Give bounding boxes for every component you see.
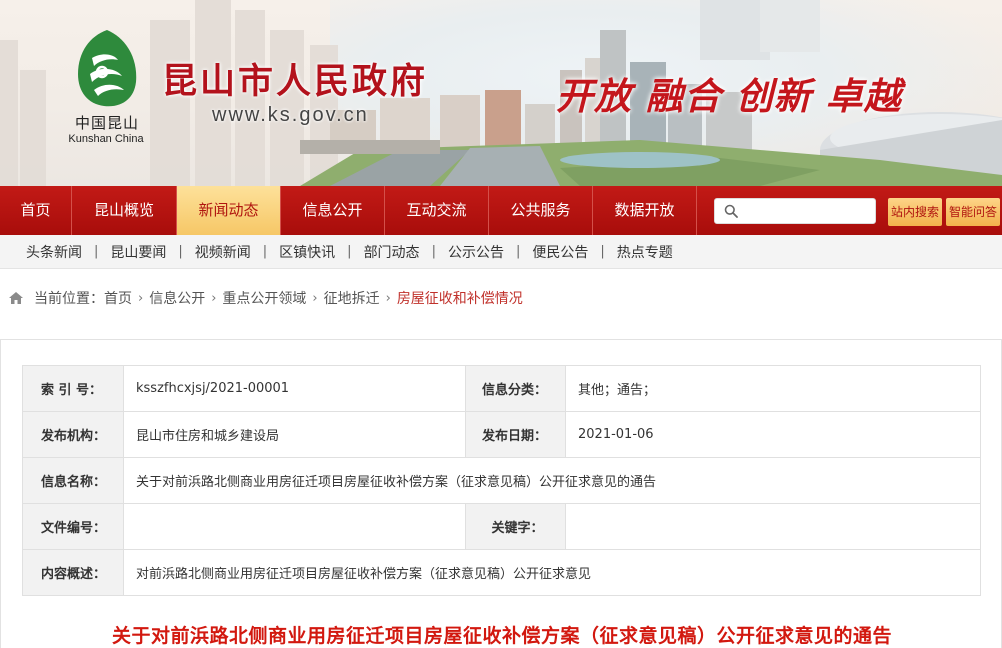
logo-english-text: Kunshan China [68, 133, 144, 145]
sub-nav: 头条新闻 | 昆山要闻 | 视频新闻 | 区镇快讯 | 部门动态 | 公示公告 … [0, 235, 1002, 269]
breadcrumb-arrow: › [138, 290, 144, 306]
nav-item-overview[interactable]: 昆山概览 [72, 186, 177, 235]
subnav-separator: | [515, 244, 521, 259]
logo-chinese-text: 中国昆山 [74, 114, 139, 132]
breadcrumb-current[interactable]: 房屋征收和补偿情况 [397, 288, 523, 308]
site-domain: www.ks.gov.cn [212, 104, 369, 126]
publisher-label: 发布机构： [22, 411, 124, 458]
summary-label: 内容概述： [22, 549, 124, 596]
publisher-value: 昆山市住房和城乡建设局 [123, 411, 466, 458]
subnav-item-kunshan-news[interactable]: 昆山要闻 [110, 242, 166, 262]
kunshan-logo-icon [78, 30, 137, 107]
home-icon [9, 292, 23, 304]
index-value: ksszfhcxjsj/2021-00001 [123, 365, 466, 412]
summary-value: 对前浜路北侧商业用房征迁项目房屋征收补偿方案（征求意见稿）公开征求意见 [123, 549, 981, 596]
search-input[interactable] [745, 201, 871, 221]
keyword-label: 关键字： [465, 503, 566, 550]
breadcrumb: 当前位置： 首页 › 信息公开 › 重点公开领域 › 征地拆迁 › 房屋征收和补… [8, 287, 523, 309]
breadcrumb-land-acquisition[interactable]: 征地拆迁 [324, 288, 380, 308]
info-meta-table: 索 引 号： ksszfhcxjsj/2021-00001 信息分类： 其他；通… [22, 365, 981, 596]
date-label: 发布日期： [465, 411, 566, 458]
subnav-separator: | [178, 244, 183, 259]
doc-no-label: 文件编号： [22, 503, 124, 550]
breadcrumb-key-areas[interactable]: 重点公开领域 [222, 288, 306, 308]
subnav-item-hot-topics[interactable]: 热点专题 [617, 242, 673, 262]
breadcrumb-arrow: › [211, 290, 217, 306]
site-title[interactable]: 昆山市人民政府 [162, 53, 428, 104]
keyword-value [565, 503, 981, 550]
date-value: 2021-01-06 [565, 411, 981, 458]
nav-item-info-disclosure[interactable]: 信息公开 [281, 186, 385, 235]
nav-item-home[interactable]: 首页 [0, 186, 72, 235]
subnav-item-public-notices[interactable]: 公示公告 [448, 242, 504, 262]
name-label: 信息名称： [22, 457, 124, 504]
content-card: 索 引 号： ksszfhcxjsj/2021-00001 信息分类： 其他；通… [0, 339, 1002, 648]
table-row: 文件编号： 关键字： [22, 503, 981, 550]
table-row: 内容概述： 对前浜路北侧商业用房征迁项目房屋征收补偿方案（征求意见稿）公开征求意… [22, 549, 981, 596]
subnav-separator: | [431, 244, 436, 259]
slogan-text: 开放 融合 创新 卓越 [556, 74, 902, 118]
nav-item-interaction[interactable]: 互动交流 [385, 186, 489, 235]
subnav-item-citizen-notices[interactable]: 便民公告 [532, 242, 588, 262]
subnav-item-department-news[interactable]: 部门动态 [364, 242, 420, 262]
subnav-item-video-news[interactable]: 视频新闻 [195, 242, 251, 262]
breadcrumb-home[interactable]: 首页 [104, 288, 132, 308]
article-title: 关于对前浜路北侧商业用房征迁项目房屋征收补偿方案（征求意见稿）公开征求意见的通告 [111, 625, 892, 647]
header-banner: 中国昆山 Kunshan China 昆山市人民政府 www.ks.gov.cn… [0, 0, 1002, 186]
table-row: 索 引 号： ksszfhcxjsj/2021-00001 信息分类： 其他；通… [22, 365, 981, 412]
breadcrumb-arrow: › [312, 290, 318, 306]
search-box[interactable] [714, 198, 876, 224]
smart-qa-button[interactable]: 智能问答 [946, 198, 1000, 226]
category-label: 信息分类： [465, 365, 566, 412]
index-label: 索 引 号： [22, 365, 124, 412]
breadcrumb-info-disclosure[interactable]: 信息公开 [149, 288, 205, 308]
subnav-item-district-news[interactable]: 区镇快讯 [279, 242, 335, 262]
subnav-separator: | [600, 244, 605, 259]
subnav-separator: | [94, 244, 99, 259]
name-value: 关于对前浜路北侧商业用房征迁项目房屋征收补偿方案（征求意见稿）公开征求意见的通告 [123, 457, 981, 504]
nav-item-open-data[interactable]: 数据开放 [593, 186, 697, 235]
breadcrumb-prefix: 当前位置： [34, 291, 104, 307]
main-nav: 首页 昆山概览 新闻动态 信息公开 互动交流 公共服务 数据开放 站内搜索 智能… [0, 186, 1002, 235]
category-value: 其他；通告； [565, 365, 981, 412]
table-row: 信息名称： 关于对前浜路北侧商业用房征迁项目房屋征收补偿方案（征求意见稿）公开征… [22, 457, 981, 504]
subnav-separator: | [262, 244, 268, 259]
doc-no-value [123, 503, 466, 550]
table-row: 发布机构： 昆山市住房和城乡建设局 发布日期： 2021-01-06 [22, 411, 981, 458]
nav-item-news[interactable]: 新闻动态 [177, 186, 281, 235]
breadcrumb-arrow: › [385, 290, 391, 306]
subnav-item-headlines[interactable]: 头条新闻 [26, 242, 82, 262]
site-search-button[interactable]: 站内搜索 [888, 198, 942, 226]
search-icon [724, 204, 738, 218]
subnav-separator: | [347, 244, 352, 259]
nav-item-public-service[interactable]: 公共服务 [489, 186, 593, 235]
